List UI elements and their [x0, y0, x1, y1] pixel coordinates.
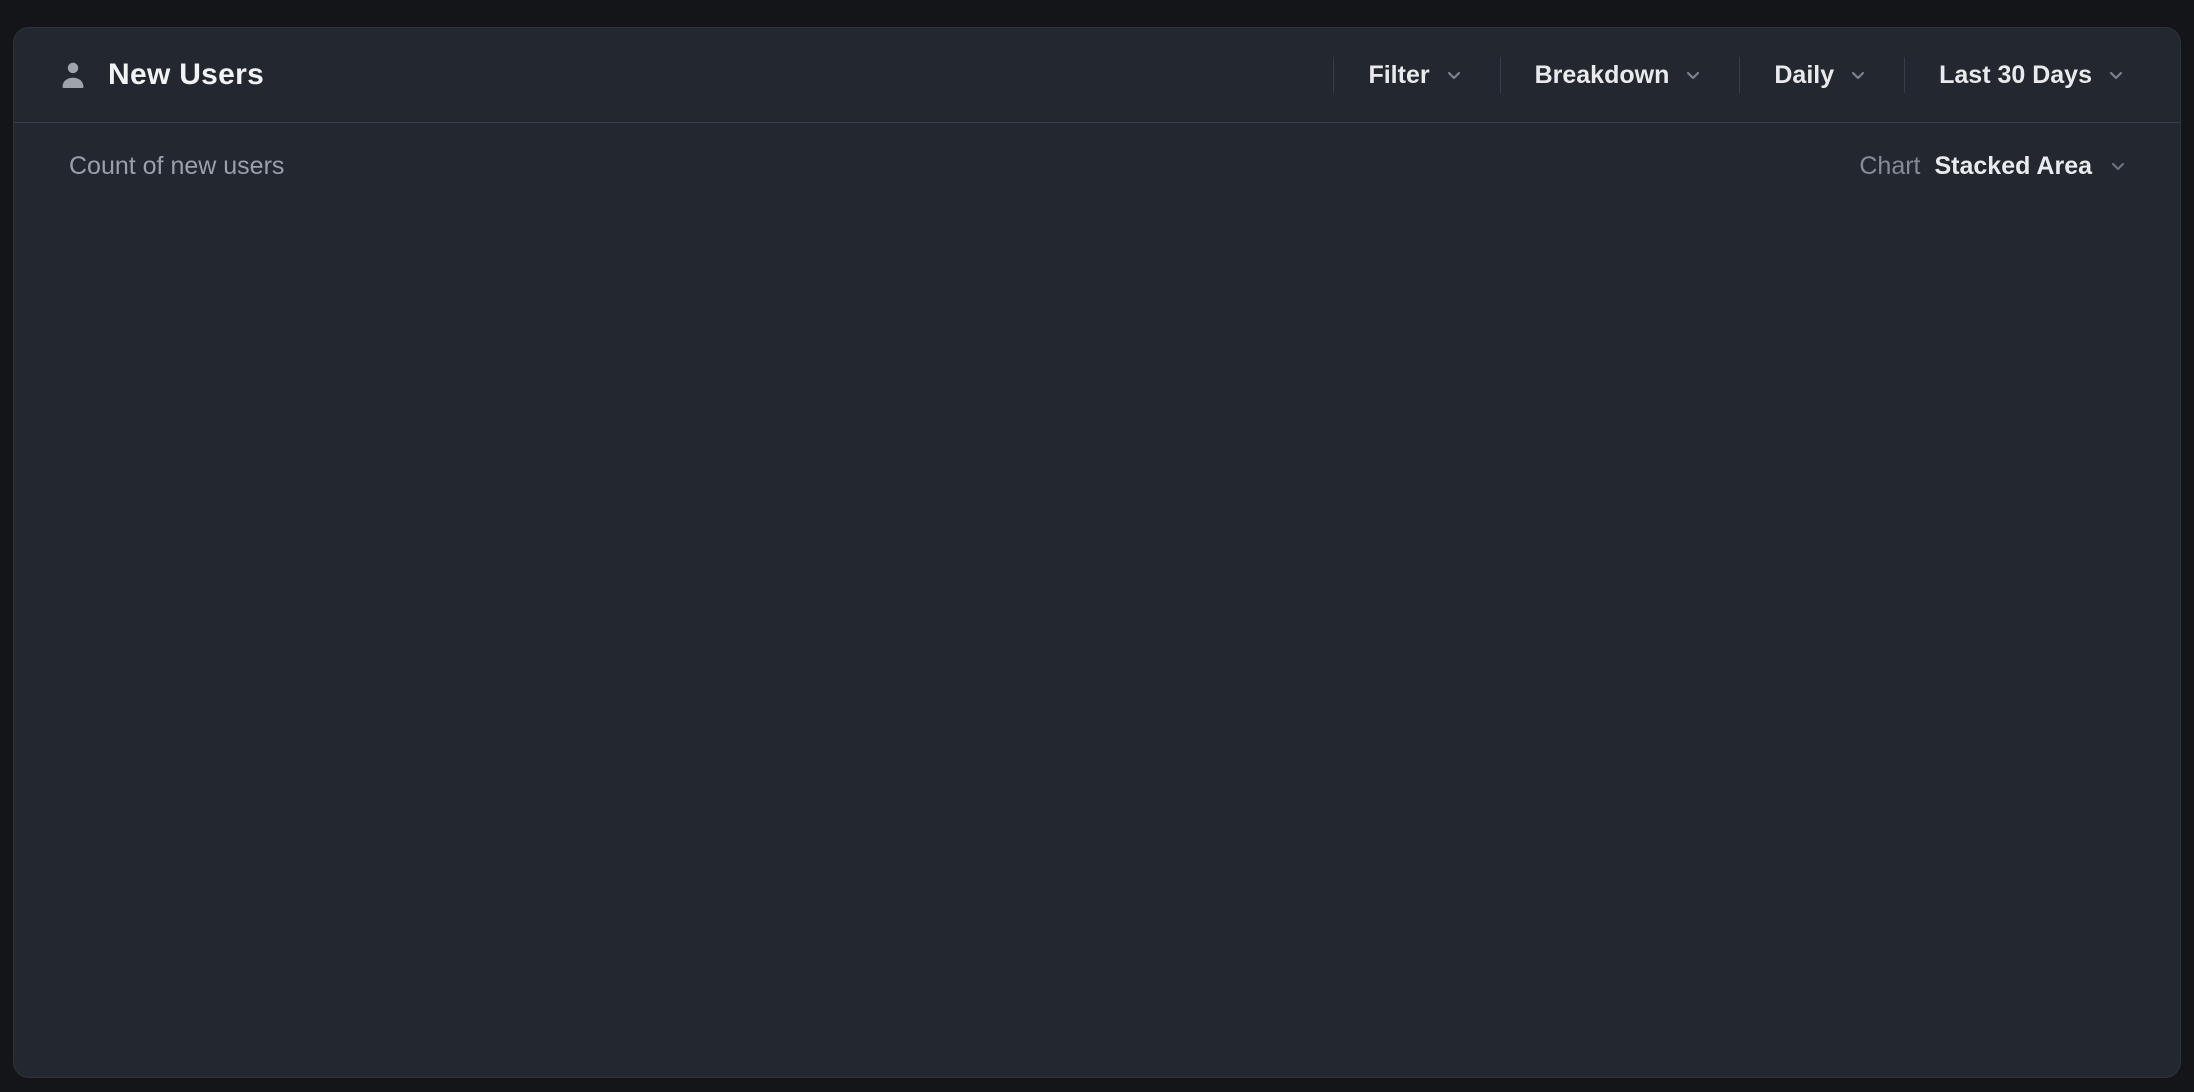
chevron-down-icon — [1442, 63, 1466, 87]
date-range-label: Last 30 Days — [1939, 61, 2092, 90]
chevron-down-icon — [2106, 154, 2130, 178]
breakdown-dropdown[interactable]: Breakdown — [1501, 61, 1740, 90]
chart-type-value: Stacked Area — [1935, 152, 2093, 181]
breakdown-label: Breakdown — [1535, 61, 1670, 90]
card-header: New Users Filter Breakdown Daily Last 30… — [14, 28, 2180, 123]
granularity-label: Daily — [1774, 61, 1834, 90]
user-icon — [56, 58, 90, 92]
title-wrap: New Users — [56, 58, 264, 92]
header-controls: Filter Breakdown Daily Last 30 Days — [1333, 57, 2134, 93]
chart-type-dropdown[interactable]: Chart Stacked Area — [1859, 152, 2130, 181]
new-users-card: New Users Filter Breakdown Daily Last 30… — [13, 27, 2181, 1078]
metric-label: Count of new users — [69, 152, 284, 181]
chart-subheader: Count of new users Chart Stacked Area — [14, 148, 2180, 184]
chart-type-caption: Chart — [1859, 152, 1920, 181]
chevron-down-icon — [2104, 63, 2128, 87]
page-title: New Users — [108, 58, 264, 92]
chevron-down-icon — [1846, 63, 1870, 87]
date-range-dropdown[interactable]: Last 30 Days — [1905, 61, 2134, 90]
granularity-dropdown[interactable]: Daily — [1740, 61, 1904, 90]
chevron-down-icon — [1681, 63, 1705, 87]
filter-dropdown[interactable]: Filter — [1334, 61, 1499, 90]
filter-label: Filter — [1368, 61, 1429, 90]
